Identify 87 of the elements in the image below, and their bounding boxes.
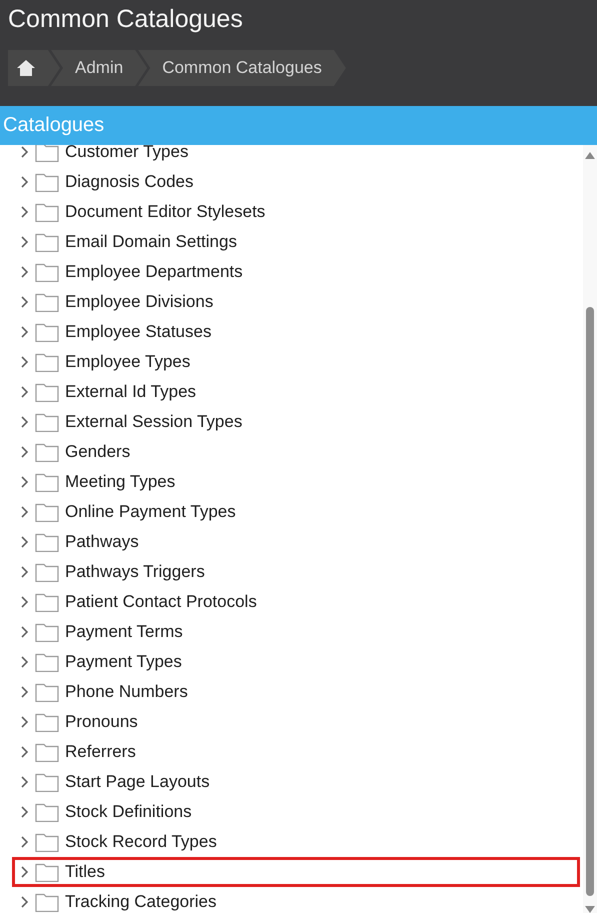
scroll-thumb[interactable] <box>586 306 594 896</box>
tree-item[interactable]: Payment Types <box>12 647 580 677</box>
folder-icon <box>35 832 59 852</box>
chevron-icon[interactable] <box>20 505 29 519</box>
tree-item[interactable]: Pathways <box>12 527 580 557</box>
folder-icon <box>35 502 59 522</box>
tree-item[interactable]: Employee Divisions <box>12 287 580 317</box>
tree-item[interactable]: Patient Contact Protocols <box>12 587 580 617</box>
folder-icon <box>35 442 59 462</box>
scrollbar[interactable] <box>583 145 597 913</box>
folder-icon <box>35 772 59 792</box>
tree-item[interactable]: Stock Definitions <box>12 797 580 827</box>
folder-icon <box>35 532 59 552</box>
folder-icon <box>35 232 59 252</box>
home-icon <box>16 59 36 77</box>
chevron-icon[interactable] <box>20 475 29 489</box>
folder-icon <box>35 682 59 702</box>
folder-icon <box>35 592 59 612</box>
folder-icon <box>35 352 59 372</box>
chevron-icon[interactable] <box>20 325 29 339</box>
tree-item[interactable]: Phone Numbers <box>12 677 580 707</box>
panel-title: Catalogues <box>3 114 104 137</box>
tree-item[interactable]: Diagnosis Codes <box>12 167 580 197</box>
tree-item[interactable]: Start Page Layouts <box>12 767 580 797</box>
chevron-icon[interactable] <box>20 235 29 249</box>
chevron-icon[interactable] <box>20 265 29 279</box>
folder-icon <box>35 202 59 222</box>
chevron-icon[interactable] <box>20 715 29 729</box>
folder-icon <box>35 622 59 642</box>
breadcrumb-link[interactable]: Common Catalogues <box>138 50 346 86</box>
tree-item[interactable]: External Id Types <box>12 377 580 407</box>
folder-icon <box>35 652 59 672</box>
folder-icon <box>35 742 59 762</box>
chevron-icon[interactable] <box>20 865 29 879</box>
tree-item[interactable]: Meeting Types <box>12 467 580 497</box>
tree-item[interactable]: Email Domain Settings <box>12 227 580 257</box>
chevron-icon[interactable] <box>20 895 29 909</box>
tree-item[interactable]: Payment Terms <box>12 617 580 647</box>
folder-icon <box>35 322 59 342</box>
tree-item[interactable]: Tracking Categories <box>12 887 580 913</box>
tree-item[interactable]: Genders <box>12 437 580 467</box>
folder-icon <box>35 472 59 492</box>
tree-item[interactable]: Pathways Triggers <box>12 557 580 587</box>
chevron-icon[interactable] <box>20 685 29 699</box>
folder-icon <box>35 382 59 402</box>
chevron-icon[interactable] <box>20 145 29 159</box>
chevron-icon[interactable] <box>20 205 29 219</box>
scroll-down-icon[interactable] <box>585 906 595 913</box>
tree-item[interactable]: Employee Departments <box>12 257 580 287</box>
chevron-icon[interactable] <box>20 775 29 789</box>
highlighted-tree-item[interactable]: Titles <box>12 857 580 887</box>
chevron-icon[interactable] <box>20 595 29 609</box>
tree-item[interactable]: External Session Types <box>12 407 580 437</box>
chevron-icon[interactable] <box>20 175 29 189</box>
folder-icon <box>35 892 59 912</box>
chevron-icon[interactable] <box>20 355 29 369</box>
folder-icon <box>35 862 59 882</box>
chevron-icon[interactable] <box>20 445 29 459</box>
chevron-icon[interactable] <box>20 625 29 639</box>
folder-icon <box>35 412 59 432</box>
chevron-icon[interactable] <box>20 805 29 819</box>
tree-item[interactable]: Employee Types <box>12 347 580 377</box>
page-title: Common Catalogues <box>8 5 243 34</box>
chevron-icon[interactable] <box>20 415 29 429</box>
tree-item[interactable]: Customer Types <box>12 145 580 167</box>
chevron-icon[interactable] <box>20 565 29 579</box>
tree-item[interactable]: Pronouns <box>12 707 580 737</box>
folder-icon <box>35 802 59 822</box>
chevron-icon[interactable] <box>20 535 29 549</box>
tree-item[interactable]: Stock Record Types <box>12 827 580 857</box>
tree-item[interactable]: Document Editor Stylesets <box>12 197 580 227</box>
tree-item[interactable]: Employee Statuses <box>12 317 580 347</box>
tree-item[interactable]: Referrers <box>12 737 580 767</box>
folder-icon <box>35 262 59 282</box>
chevron-icon[interactable] <box>20 385 29 399</box>
scroll-up-icon[interactable] <box>585 152 595 159</box>
folder-icon <box>35 562 59 582</box>
folder-icon <box>35 712 59 732</box>
chevron-icon[interactable] <box>20 655 29 669</box>
chevron-icon[interactable] <box>20 745 29 759</box>
chevron-icon[interactable] <box>20 835 29 849</box>
breadcrumb-link[interactable]: Admin <box>51 50 148 86</box>
tree-item[interactable]: Online Payment Types <box>12 497 580 527</box>
chevron-icon[interactable] <box>20 295 29 309</box>
folder-icon <box>35 172 59 192</box>
home-breadcrumb[interactable] <box>8 50 60 86</box>
folder-icon <box>35 292 59 312</box>
